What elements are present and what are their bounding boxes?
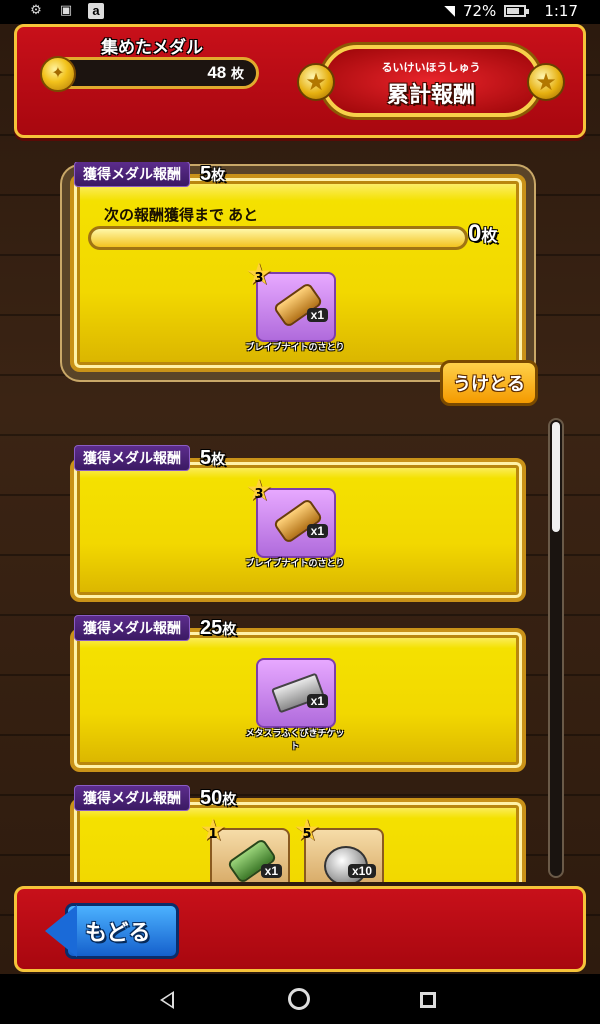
reward-item[interactable]: x10 ★ 5 [294, 816, 386, 882]
reward-label: 獲得メダル報酬 [74, 162, 190, 187]
reward-threshold: 5枚 [200, 446, 226, 469]
item-quantity: x1 [306, 308, 328, 322]
medal-count: 48 枚 [207, 63, 244, 82]
item-quantity: x1 [306, 524, 328, 538]
medal-icon [40, 56, 76, 92]
star-medal-icon: ★ [297, 63, 335, 101]
rarity-star-icon: ★ 3 [245, 473, 273, 508]
header-panel: 集めたメダル 48 枚 るいけいほうしゅう 累計報酬 ★ ★ [14, 24, 586, 138]
rarity-star-icon: ★ 1 [199, 813, 227, 848]
back-arrow-icon [45, 905, 77, 957]
rarity-star-icon: ★ 3 [245, 257, 273, 292]
card-header: 獲得メダル報酬 5枚 [74, 445, 226, 471]
scrollbar[interactable] [548, 418, 564, 878]
battery-icon [504, 5, 530, 17]
amazon-icon: a [88, 3, 104, 19]
reward-card: 獲得メダル報酬 5枚 次の報酬獲得まで あと 0枚 x1 ★ 3 ブレイブナイトの… [56, 162, 526, 372]
reward-threshold: 25枚 [200, 616, 237, 639]
reward-threshold: 50枚 [200, 786, 237, 809]
reward-item[interactable]: x1 メタスラふくびきチケット [245, 652, 345, 751]
game-screen: 集めたメダル 48 枚 るいけいほうしゅう 累計報酬 ★ ★ 獲得メダル報酬 5… [0, 24, 600, 974]
badge-ruby-text: るいけいほうしゅう [381, 61, 481, 74]
reward-card: 獲得メダル報酬 50枚 x1 ★ 1 x10 ★ 5 [56, 785, 526, 882]
item-name: ブレイブナイトのさとり [245, 558, 345, 568]
card-header: 獲得メダル報酬 50枚 [74, 785, 237, 811]
home-nav-icon[interactable] [288, 988, 310, 1010]
rarity-star-icon: ★ 5 [293, 813, 321, 848]
item-quantity: x1 [260, 864, 282, 878]
battery-percent: 72% [462, 2, 497, 20]
reward-item[interactable]: x1 ★ 3 ブレイブナイトのさとり [245, 476, 344, 572]
progress-fill [91, 229, 465, 247]
back-nav-icon[interactable] [160, 991, 174, 1009]
reward-label: 獲得メダル報酬 [74, 785, 190, 811]
reward-list[interactable]: 獲得メダル報酬 5枚 次の報酬獲得まで あと 0枚 x1 ★ 3 ブレイブナイトの… [56, 162, 556, 882]
status-bar: ⚙ ▣ a ◥ 72% 1:17 [0, 0, 600, 24]
back-button[interactable]: もどる [45, 903, 179, 959]
progress-text: 次の報酬獲得まで あと [104, 207, 259, 224]
progress-bar [88, 226, 468, 250]
item-quantity: x10 [347, 864, 376, 878]
badge-plate: るいけいほうしゅう 累計報酬 [321, 45, 541, 117]
back-button-label: もどる [85, 920, 151, 945]
item-name: メタスラふくびきチケット [245, 728, 345, 751]
clock: 1:17 [544, 2, 578, 20]
reward-card: 獲得メダル報酬 5枚 x1 ★ 3 ブレイブナイトのさとり [56, 445, 526, 602]
star-medal-icon: ★ [527, 63, 565, 101]
cumulative-reward-badge: るいけいほうしゅう 累計報酬 ★ ★ [291, 33, 571, 129]
reward-card: 獲得メダル報酬 25枚 x1 メタスラふくびきチケット [56, 615, 526, 772]
wifi-icon: ◥ [444, 3, 455, 19]
footer-panel: もどる [14, 886, 586, 972]
scroll-thumb[interactable] [552, 422, 560, 532]
card-header: 獲得メダル報酬 5枚 [74, 162, 226, 187]
navigation-bar [0, 974, 600, 1024]
item-quantity: x1 [306, 694, 328, 708]
image-icon: ▣ [59, 3, 73, 18]
medal-counter: 48 枚 [40, 56, 259, 92]
item-tile: x1 [256, 658, 336, 728]
reward-threshold: 5枚 [200, 162, 226, 185]
item-name: ブレイブナイトのさとり [245, 342, 345, 352]
reward-label: 獲得メダル報酬 [74, 445, 190, 471]
card-header: 獲得メダル報酬 25枚 [74, 615, 237, 641]
recent-apps-icon[interactable] [420, 992, 436, 1008]
claim-button[interactable]: うけとる [440, 360, 538, 406]
reward-item[interactable]: x1 ★ 3 ブレイブナイトのさとり [245, 260, 344, 356]
progress-remaining: 0枚 [468, 220, 498, 247]
badge-title: 累計報酬 [386, 82, 475, 107]
reward-label: 獲得メダル報酬 [74, 615, 190, 641]
battery-level [507, 8, 519, 14]
reward-item[interactable]: x1 ★ 1 [200, 816, 292, 882]
collected-medals-title: 集めたメダル [101, 38, 203, 57]
settings-icon: ⚙ [30, 3, 42, 18]
